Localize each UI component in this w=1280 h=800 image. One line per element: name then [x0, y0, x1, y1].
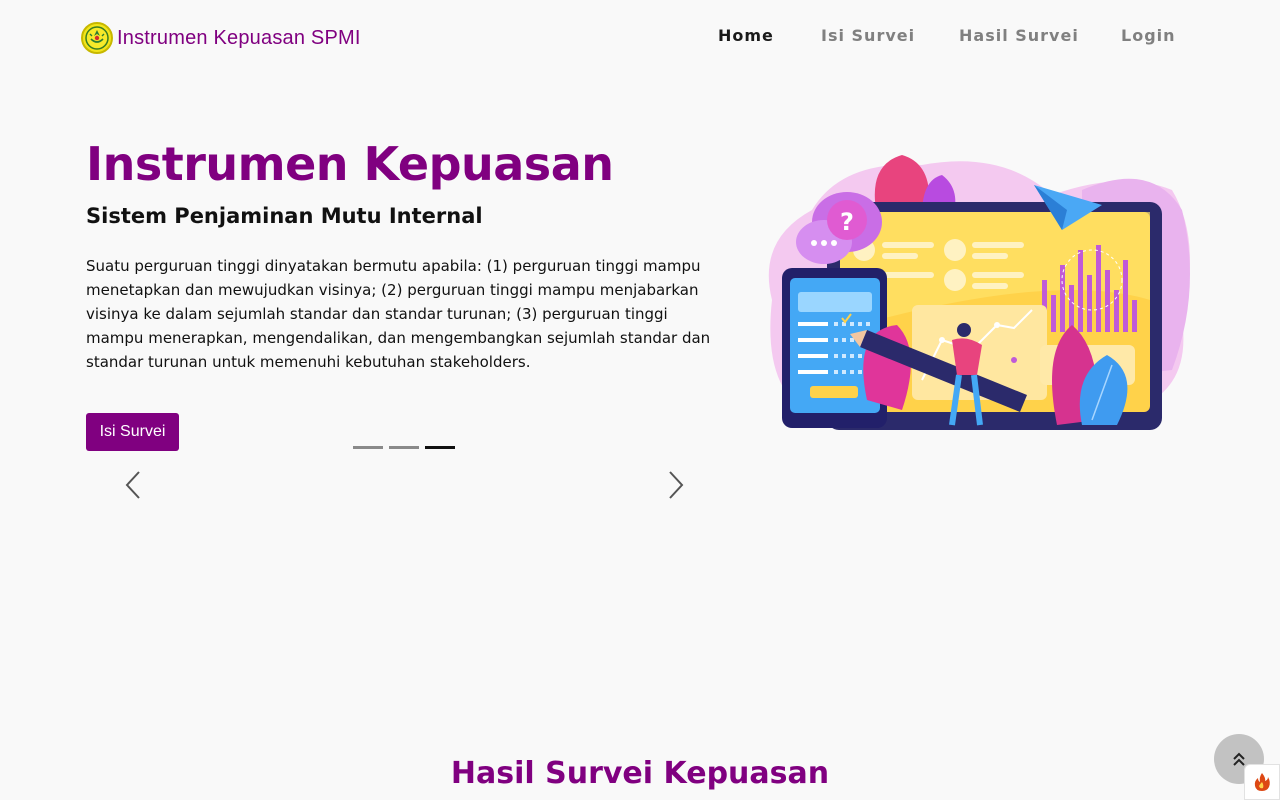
chevron-left-icon	[125, 471, 140, 499]
university-seal-icon	[81, 22, 113, 54]
hero-title: Instrumen Kepuasan	[86, 137, 614, 191]
carousel-indicator-1[interactable]	[353, 446, 383, 449]
hero-description: Suatu perguruan tinggi dinyatakan bermut…	[86, 257, 711, 371]
chevron-right-icon	[669, 471, 684, 499]
nav-hasil-survei[interactable]: Hasil Survei	[959, 26, 1079, 45]
isi-survei-button[interactable]: Isi Survei	[86, 413, 179, 451]
carousel-prev-button[interactable]	[117, 468, 151, 502]
survey-illustration: ?	[752, 150, 1197, 440]
carousel-indicator-3[interactable]	[425, 446, 455, 449]
carousel-next-button[interactable]	[658, 468, 692, 502]
hero-subtitle: Sistem Penjaminan Mutu Internal	[86, 204, 483, 228]
nav-home[interactable]: Home	[718, 26, 774, 45]
nav-isi-survei[interactable]: Isi Survei	[821, 26, 915, 45]
flame-icon	[1254, 773, 1270, 791]
brand-link[interactable]: Instrumen Kepuasan SPMI	[81, 22, 361, 54]
debug-toolbar-button[interactable]	[1244, 764, 1280, 800]
section-title: Hasil Survei Kepuasan	[450, 756, 830, 791]
carousel-indicators	[353, 446, 455, 449]
brand-title: Instrumen Kepuasan SPMI	[117, 26, 361, 49]
navbar: Instrumen Kepuasan SPMI Home Isi Survei …	[0, 0, 1280, 74]
svg-text:?: ?	[840, 208, 854, 236]
double-chevron-up-icon	[1233, 752, 1245, 766]
nav-login[interactable]: Login	[1121, 26, 1176, 45]
carousel-indicator-2[interactable]	[389, 446, 419, 449]
